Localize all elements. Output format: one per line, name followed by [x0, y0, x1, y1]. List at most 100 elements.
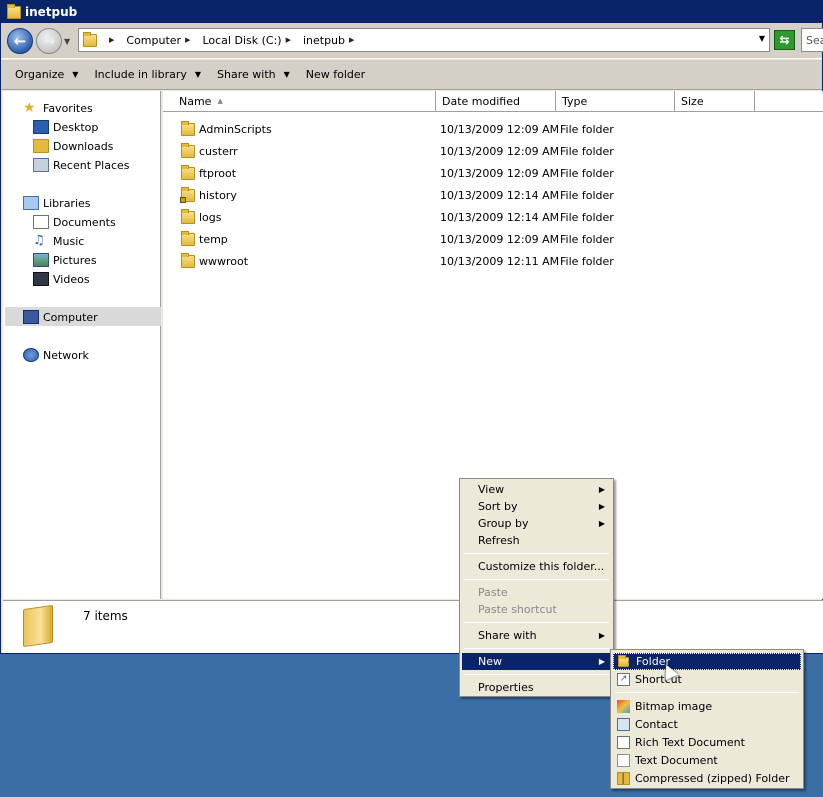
menu-item-paste: Paste — [478, 586, 508, 599]
menu-item-paste-shortcut: Paste shortcut — [478, 603, 557, 616]
search-input[interactable]: Sea — [801, 28, 823, 52]
history-dropdown-icon[interactable]: ▼ — [64, 37, 70, 46]
documents-icon — [33, 215, 49, 229]
folder-icon — [83, 31, 97, 47]
breadcrumb-root-arrow[interactable]: ▶ — [105, 36, 120, 44]
star-icon: ★ — [23, 100, 36, 116]
network-icon — [23, 348, 39, 362]
new-folder-button[interactable]: New folder — [298, 63, 373, 87]
file-row[interactable]: logs 10/13/2009 12:14 AM File folder — [163, 207, 823, 229]
breadcrumb-inetpub[interactable]: inetpub ▶ — [303, 34, 360, 47]
file-row[interactable]: ftproot 10/13/2009 12:09 AM File folder — [163, 163, 823, 185]
new-submenu: Folder ↗ Shortcut Bitmap image Contact Ri… — [610, 649, 804, 789]
menu-separator — [464, 579, 609, 580]
date-modified-cell: 10/13/2009 12:09 AM — [440, 233, 560, 246]
folder-icon — [618, 655, 629, 667]
nav-item-music[interactable]: ♫ Music — [33, 232, 84, 250]
file-row[interactable]: wwwroot 10/13/2009 12:11 AM File folder — [163, 251, 823, 273]
address-field[interactable]: ▶ Computer ▶ Local Disk (C:) ▶ inetpub ▶ ▼ — [78, 28, 770, 52]
title-bar[interactable]: inetpub — [1, 1, 822, 23]
pictures-icon — [33, 253, 49, 267]
submenu-item-folder[interactable]: Folder — [613, 653, 801, 670]
downloads-icon — [33, 139, 49, 153]
forward-arrow-icon: → — [42, 32, 56, 50]
nav-item-recent-places[interactable]: Recent Places — [33, 156, 130, 174]
menu-item-sort-by[interactable]: Sort by ▶ — [462, 498, 611, 515]
file-row[interactable]: history 10/13/2009 12:14 AM File folder — [163, 185, 823, 207]
nav-item-desktop[interactable]: Desktop — [33, 118, 98, 136]
column-header-name[interactable]: Name ▲ — [163, 91, 436, 112]
address-dropdown-icon[interactable]: ▼ — [759, 34, 765, 43]
nav-item-computer[interactable]: Computer — [23, 308, 98, 326]
back-arrow-icon: ← — [13, 32, 27, 50]
rich-text-document-icon — [617, 736, 630, 749]
file-name: temp — [199, 233, 228, 246]
details-pane: 7 items — [3, 600, 823, 653]
chevron-right-icon: ▶ — [109, 36, 115, 44]
nav-item-favorites[interactable]: ★ Favorites — [23, 99, 93, 117]
nav-item-videos[interactable]: Videos — [33, 270, 90, 288]
submenu-arrow-icon: ▶ — [598, 657, 605, 666]
menu-item-group-by[interactable]: Group by ▶ — [462, 515, 611, 532]
refresh-button[interactable]: ⇆ — [774, 30, 795, 50]
file-name-cell: ftproot — [181, 165, 236, 180]
menu-separator — [615, 692, 799, 693]
submenu-arrow-icon: ▶ — [598, 631, 605, 640]
chevron-right-icon: ▶ — [349, 36, 355, 44]
menu-item-new[interactable]: New ▶ — [462, 653, 611, 670]
breadcrumb-computer[interactable]: Computer ▶ — [126, 34, 196, 47]
recent-places-icon — [33, 158, 49, 172]
file-name-cell: AdminScripts — [181, 121, 272, 136]
submenu-item-rich-text[interactable]: Rich Text Document — [613, 734, 801, 751]
file-row[interactable]: AdminScripts 10/13/2009 12:09 AM File fold… — [163, 119, 823, 141]
folder-icon — [181, 143, 195, 158]
file-name: AdminScripts — [199, 123, 272, 136]
menu-separator — [464, 622, 609, 623]
libraries-icon — [23, 196, 39, 210]
file-name: history — [199, 189, 237, 202]
column-header-type[interactable]: Type — [556, 91, 675, 112]
submenu-item-zip-folder[interactable]: Compressed (zipped) Folder — [613, 770, 801, 787]
date-modified-cell: 10/13/2009 12:09 AM — [440, 145, 560, 158]
chevron-right-icon: ▶ — [185, 36, 191, 44]
submenu-item-shortcut[interactable]: ↗ Shortcut — [613, 671, 801, 688]
nav-item-pictures[interactable]: Pictures — [33, 251, 97, 269]
nav-item-downloads[interactable]: Downloads — [33, 137, 113, 155]
column-header-size[interactable]: Size — [675, 91, 755, 112]
menu-item-customize-folder[interactable]: Customize this folder... — [462, 558, 611, 575]
submenu-item-bitmap[interactable]: Bitmap image — [613, 698, 801, 715]
column-header-date-modified[interactable]: Date modified — [436, 91, 556, 112]
back-button[interactable]: ← — [7, 28, 33, 54]
chevron-down-icon: ▼ — [283, 70, 290, 79]
type-cell: File folder — [560, 123, 614, 136]
nav-item-libraries[interactable]: Libraries — [23, 194, 91, 212]
computer-icon — [23, 310, 39, 324]
desktop-icon — [33, 120, 49, 134]
breadcrumb-local-disk[interactable]: Local Disk (C:) ▶ — [202, 34, 297, 47]
menu-item-refresh[interactable]: Refresh — [462, 532, 611, 549]
include-in-library-button[interactable]: Include in library ▼ — [86, 63, 209, 87]
music-icon: ♫ — [33, 233, 45, 248]
file-row[interactable]: temp 10/13/2009 12:09 AM File folder — [163, 229, 823, 251]
type-cell: File folder — [560, 255, 614, 268]
file-row[interactable]: custerr 10/13/2009 12:09 AM File folder — [163, 141, 823, 163]
share-with-button[interactable]: Share with ▼ — [209, 63, 298, 87]
menu-item-share-with[interactable]: Share with ▶ — [462, 627, 611, 644]
file-name-cell: wwwroot — [181, 253, 248, 268]
menu-separator — [464, 553, 609, 554]
chevron-down-icon: ▼ — [72, 70, 79, 79]
context-menu: View ▶ Sort by ▶ Group by ▶ Refresh Customi… — [459, 478, 614, 697]
organize-button[interactable]: Organize ▼ — [7, 63, 86, 87]
menu-item-properties[interactable]: Properties — [462, 679, 611, 696]
contact-icon — [617, 718, 630, 731]
submenu-item-contact[interactable]: Contact — [613, 716, 801, 733]
nav-item-network[interactable]: Network — [23, 346, 89, 364]
date-modified-cell: 10/13/2009 12:14 AM — [440, 189, 560, 202]
menu-item-view[interactable]: View ▶ — [462, 481, 611, 498]
forward-button[interactable]: → — [36, 28, 62, 54]
nav-item-documents[interactable]: Documents — [33, 213, 116, 231]
submenu-item-text-document[interactable]: Text Document — [613, 752, 801, 769]
folder-icon — [181, 165, 195, 180]
command-bar: Organize ▼ Include in library ▼ Share with… — [1, 60, 822, 90]
folder-large-icon — [23, 604, 53, 648]
